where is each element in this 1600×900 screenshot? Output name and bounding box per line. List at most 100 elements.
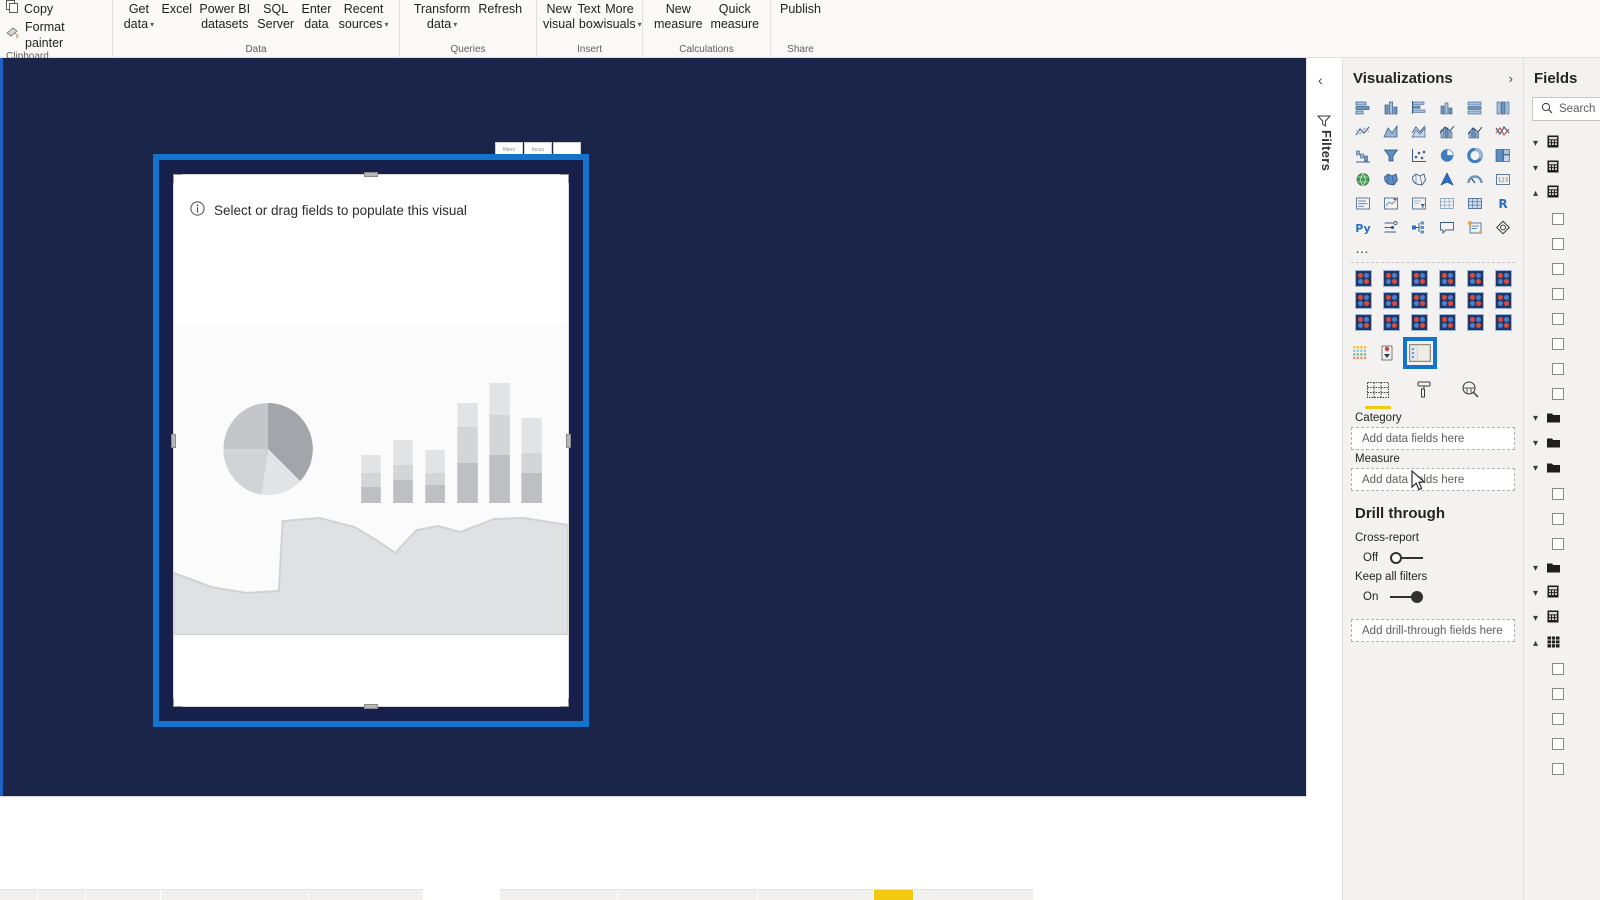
quick-measure-button[interactable]: Quick measure (707, 0, 764, 32)
viz-stacked-column-chart[interactable] (1379, 97, 1404, 118)
well-drop-drill-through[interactable]: Add drill-through fields here (1351, 619, 1515, 642)
report-canvas[interactable]: filters focus drill bookmark Sel (0, 58, 1306, 796)
fields-tree-grid-expanded[interactable]: ▴ (1524, 631, 1600, 656)
field-checkbox[interactable] (1552, 338, 1564, 350)
fields-tree-field[interactable] (1524, 381, 1600, 406)
viz-100-stacked-bar-chart[interactable] (1462, 97, 1487, 118)
viz-line-stacked-column-chart[interactable] (1435, 121, 1460, 142)
custom-visual-icon[interactable] (1435, 269, 1459, 287)
viz-key-influencers[interactable] (1379, 217, 1404, 238)
fields-tree-table[interactable]: ▾ (1524, 131, 1600, 156)
fields-tree-field[interactable] (1524, 231, 1600, 256)
fields-tree-table[interactable]: ▾ (1524, 606, 1600, 631)
custom-visual-icon[interactable] (1379, 313, 1403, 331)
visual-property-tabs[interactable] (1343, 369, 1523, 409)
chevron-down-icon[interactable]: ▾ (1530, 163, 1541, 174)
resize-handle-s[interactable] (364, 704, 378, 709)
viz-multi-row-card[interactable] (1351, 193, 1376, 214)
selected-custom-visual[interactable] (1403, 337, 1437, 369)
field-checkbox[interactable] (1552, 288, 1564, 300)
blank-visual-container[interactable]: Select or drag fields to populate this v… (173, 174, 569, 707)
field-checkbox[interactable] (1552, 313, 1564, 325)
resize-handle-n[interactable] (364, 172, 378, 177)
chevron-down-icon[interactable]: ▾ (1530, 463, 1541, 474)
well-drop-measure[interactable]: Add data fields here (1351, 468, 1515, 491)
resize-handle-w[interactable] (171, 434, 176, 448)
resize-handle-sw[interactable] (173, 698, 182, 707)
viz-slicer[interactable] (1407, 193, 1432, 214)
visualization-gallery[interactable]: 123 R Py (1343, 97, 1523, 238)
recent-sources-button[interactable]: Recent sources▾ (335, 0, 392, 32)
viz-gauge[interactable] (1462, 169, 1487, 190)
new-visual-button[interactable]: New visual (544, 0, 574, 32)
format-painter-button[interactable]: Format painter (6, 19, 105, 51)
custom-visual-icon[interactable] (1407, 269, 1431, 287)
viz-python-visual[interactable]: Py (1351, 217, 1376, 238)
page-tab[interactable] (86, 889, 161, 900)
page-tab[interactable] (758, 889, 874, 900)
viz-donut-chart[interactable] (1462, 145, 1487, 166)
viz-smart-narrative[interactable] (1462, 217, 1487, 238)
filters-pane-collapsed[interactable]: ‹ Filters (1306, 58, 1342, 796)
tab-format[interactable] (1411, 381, 1437, 409)
viz-stacked-bar-chart[interactable] (1351, 97, 1376, 118)
page-tab[interactable] (0, 889, 38, 900)
viz-filled-map[interactable] (1379, 169, 1404, 190)
chevron-down-icon[interactable]: ▾ (1530, 413, 1541, 424)
viz-stacked-area-chart[interactable] (1407, 121, 1432, 142)
custom-visual-icon[interactable] (1435, 291, 1459, 309)
custom-visual-icon[interactable] (1491, 291, 1515, 309)
resize-handle-ne[interactable] (560, 174, 569, 183)
more-visuals-button[interactable]: More visuals▾ (604, 0, 635, 32)
keep-all-filters-toggle-row[interactable]: On (1343, 586, 1523, 607)
chevron-right-icon[interactable]: › (1509, 71, 1513, 86)
custom-visual-icon[interactable] (1351, 269, 1375, 287)
get-data-button[interactable]: Get data▾ (120, 0, 158, 32)
field-checkbox[interactable] (1552, 538, 1564, 550)
fields-tree-field[interactable] (1524, 331, 1600, 356)
resize-handle-e[interactable] (566, 434, 571, 448)
viz-line-chart[interactable] (1351, 121, 1376, 142)
kpi-visual-icon[interactable] (1377, 344, 1399, 362)
field-checkbox[interactable] (1552, 363, 1564, 375)
fields-tree-folder[interactable]: ▾ (1524, 456, 1600, 481)
field-checkbox[interactable] (1552, 488, 1564, 500)
viz-area-chart[interactable] (1379, 121, 1404, 142)
fields-tree-field[interactable] (1524, 281, 1600, 306)
transform-data-button[interactable]: Transform data▾ (410, 0, 475, 32)
tab-analytics[interactable] (1457, 381, 1483, 409)
fields-tree-field[interactable] (1524, 731, 1600, 756)
page-tab[interactable] (38, 889, 86, 900)
custom-visuals-grid[interactable] (1351, 262, 1515, 335)
well-drop-category[interactable]: Add data fields here (1351, 427, 1515, 450)
copy-button[interactable]: Copy (6, 0, 53, 17)
page-tab[interactable] (914, 889, 1034, 900)
custom-visual-icon[interactable] (1351, 313, 1375, 331)
page-tab[interactable] (161, 889, 309, 900)
custom-visual-icon[interactable] (1379, 269, 1403, 287)
fields-tree-field[interactable] (1524, 506, 1600, 531)
custom-visual-icon[interactable] (1407, 291, 1431, 309)
field-checkbox[interactable] (1552, 713, 1564, 725)
enter-data-button[interactable]: Enter data (298, 0, 335, 32)
viz-ribbon-chart[interactable] (1490, 121, 1515, 142)
fields-tree-folder[interactable]: ▾ (1524, 431, 1600, 456)
custom-visual-icon[interactable] (1351, 291, 1375, 309)
excel-button[interactable]: Excel (158, 0, 196, 17)
custom-visual-icon[interactable] (1491, 313, 1515, 331)
page-tab-active[interactable] (874, 889, 914, 900)
refresh-button[interactable]: Refresh (474, 0, 526, 17)
chevron-down-icon[interactable]: ▾ (1530, 138, 1541, 149)
viz-waterfall-chart[interactable] (1351, 145, 1376, 166)
fields-tree[interactable]: ▾ ▾ ▴ ▾ ▾ ▾ ▾ ▾ ▾ ▴ (1524, 121, 1600, 781)
cross-report-toggle-row[interactable]: Off (1343, 547, 1523, 568)
field-checkbox[interactable] (1552, 263, 1564, 275)
viz-clustered-column-chart[interactable] (1435, 97, 1460, 118)
page-tab[interactable] (500, 889, 618, 900)
fields-tree-table-expanded[interactable]: ▴ (1524, 181, 1600, 206)
fields-tree-field[interactable] (1524, 681, 1600, 706)
custom-visual-icon[interactable] (1463, 291, 1487, 309)
fields-tree-field[interactable] (1524, 756, 1600, 781)
custom-visual-icon[interactable] (1379, 291, 1403, 309)
field-checkbox[interactable] (1552, 513, 1564, 525)
